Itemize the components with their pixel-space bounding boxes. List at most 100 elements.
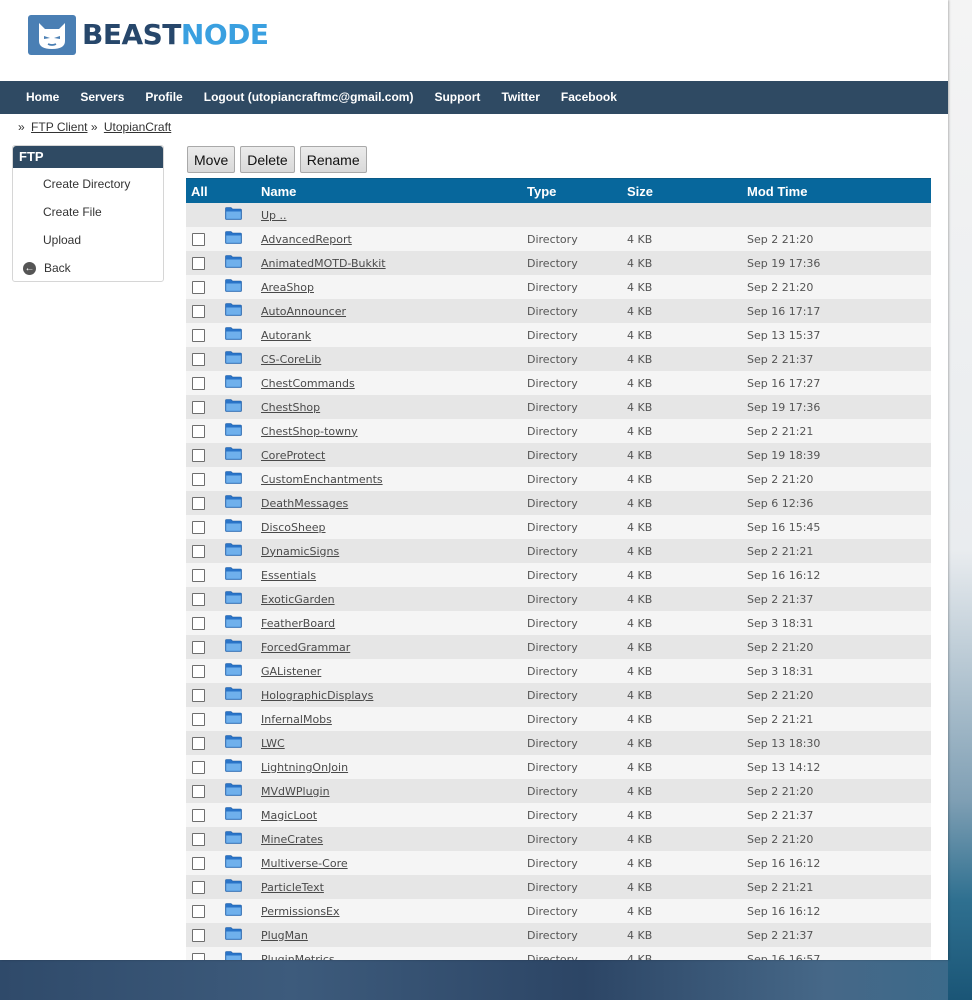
row-checkbox[interactable] [192,544,205,558]
file-name-link[interactable]: LightningOnJoin [261,761,348,774]
row-checkbox[interactable] [192,904,205,918]
row-mod-time: Sep 6 12:36 [747,496,814,510]
file-name-link[interactable]: Autorank [261,329,311,342]
select-all-header[interactable]: All [186,184,225,199]
nav-logout[interactable]: Logout (utopiancraftmc@gmail.com) [204,81,414,114]
file-name-link[interactable]: PlugMan [261,929,308,942]
file-name-link[interactable]: DynamicSigns [261,545,339,558]
row-checkbox[interactable] [192,760,205,774]
row-checkbox[interactable] [192,784,205,798]
row-checkbox[interactable] [192,664,205,678]
row-checkbox[interactable] [192,448,205,462]
folder-icon [225,663,261,679]
site-logo[interactable]: BEASTNODE [28,14,269,56]
file-name-link[interactable]: MineCrates [261,833,323,846]
nav-facebook[interactable]: Facebook [561,81,617,114]
row-checkbox[interactable] [192,256,205,270]
file-name-link[interactable]: MVdWPlugin [261,785,330,798]
file-name-link[interactable]: AdvancedReport [261,233,352,246]
move-button[interactable]: Move [187,146,236,173]
up-directory-link[interactable]: Up .. [261,209,287,222]
rename-button[interactable]: Rename [299,146,367,173]
size-column-header[interactable]: Size [627,184,747,199]
row-checkbox[interactable] [192,304,205,318]
table-row: ChestShop Directory 4 KB Sep 19 17:36 [186,395,931,419]
file-name-link[interactable]: DeathMessages [261,497,348,510]
row-name: MVdWPlugin [261,785,527,798]
file-name-link[interactable]: AutoAnnouncer [261,305,346,318]
row-checkbox[interactable] [192,520,205,534]
row-checkbox[interactable] [192,400,205,414]
row-checkbox[interactable] [192,928,205,942]
file-name-link[interactable]: ChestShop-towny [261,425,358,438]
row-name: PlugMan [261,929,527,942]
sidebar-item-create-file[interactable]: Create File [13,198,163,226]
row-checkbox[interactable] [192,496,205,510]
file-name-link[interactable]: CoreProtect [261,449,325,462]
row-checkbox[interactable] [192,616,205,630]
file-name-link[interactable]: CS-CoreLib [261,353,321,366]
name-column-header[interactable]: Name [261,184,527,199]
row-size: 4 KB [627,736,653,750]
file-name-link[interactable]: Multiverse-Core [261,857,348,870]
table-body: Up .. AdvancedReport Directory 4 KB Sep 2 2… [186,203,931,960]
row-name: Autorank [261,329,527,342]
nav-support[interactable]: Support [434,81,480,114]
file-name-link[interactable]: HolographicDisplays [261,689,373,702]
row-checkbox[interactable] [192,328,205,342]
breadcrumb-utopiancraft[interactable]: UtopianCraft [104,120,171,134]
row-checkbox[interactable] [192,808,205,822]
sidebar-item-back[interactable]: ← Back [13,254,163,282]
sidebar-item-upload[interactable]: Upload [13,226,163,254]
file-name-link[interactable]: FeatherBoard [261,617,335,630]
file-name-link[interactable]: ChestShop [261,401,320,414]
file-name-link[interactable]: CustomEnchantments [261,473,383,486]
mod-time-column-header[interactable]: Mod Time [747,184,931,199]
sidebar-item-create-directory[interactable]: Create Directory [13,170,163,198]
type-column-header[interactable]: Type [527,184,627,199]
file-name-link[interactable]: ExoticGarden [261,593,335,606]
file-name-link[interactable]: ParticleText [261,881,324,894]
file-name-link[interactable]: AnimatedMOTD-Bukkit [261,257,386,270]
row-checkbox[interactable] [192,352,205,366]
file-name-link[interactable]: InfernalMobs [261,713,332,726]
folder-icon [225,279,261,295]
row-checkbox[interactable] [192,376,205,390]
row-checkbox[interactable] [192,952,205,960]
delete-button[interactable]: Delete [240,146,295,173]
nav-profile[interactable]: Profile [145,81,182,114]
file-name-link[interactable]: GAListener [261,665,321,678]
file-name-link[interactable]: ChestCommands [261,377,355,390]
row-checkbox-cell [186,760,225,774]
row-checkbox[interactable] [192,280,205,294]
row-checkbox[interactable] [192,832,205,846]
file-name-link[interactable]: PluginMetrics [261,953,335,961]
row-checkbox-cell [186,712,225,726]
nav-twitter[interactable]: Twitter [501,81,539,114]
table-row: Essentials Directory 4 KB Sep 16 16:12 [186,563,931,587]
row-checkbox[interactable] [192,592,205,606]
file-name-link[interactable]: Essentials [261,569,316,582]
row-checkbox[interactable] [192,424,205,438]
breadcrumb-ftp-client[interactable]: FTP Client [31,120,87,134]
row-checkbox[interactable] [192,232,205,246]
row-checkbox[interactable] [192,880,205,894]
file-name-link[interactable]: MagicLoot [261,809,317,822]
file-name-link[interactable]: AreaShop [261,281,314,294]
file-name-link[interactable]: ForcedGrammar [261,641,350,654]
table-row: LightningOnJoin Directory 4 KB Sep 13 14:12 [186,755,931,779]
row-checkbox[interactable] [192,856,205,870]
table-row: LWC Directory 4 KB Sep 13 18:30 [186,731,931,755]
file-name-link[interactable]: PermissionsEx [261,905,340,918]
row-checkbox[interactable] [192,640,205,654]
row-checkbox[interactable] [192,472,205,486]
row-checkbox[interactable] [192,688,205,702]
file-name-link[interactable]: LWC [261,737,285,750]
table-row: DeathMessages Directory 4 KB Sep 6 12:36 [186,491,931,515]
row-checkbox[interactable] [192,712,205,726]
nav-servers[interactable]: Servers [80,81,124,114]
row-checkbox[interactable] [192,736,205,750]
file-name-link[interactable]: DiscoSheep [261,521,326,534]
row-checkbox[interactable] [192,568,205,582]
nav-home[interactable]: Home [26,81,59,114]
